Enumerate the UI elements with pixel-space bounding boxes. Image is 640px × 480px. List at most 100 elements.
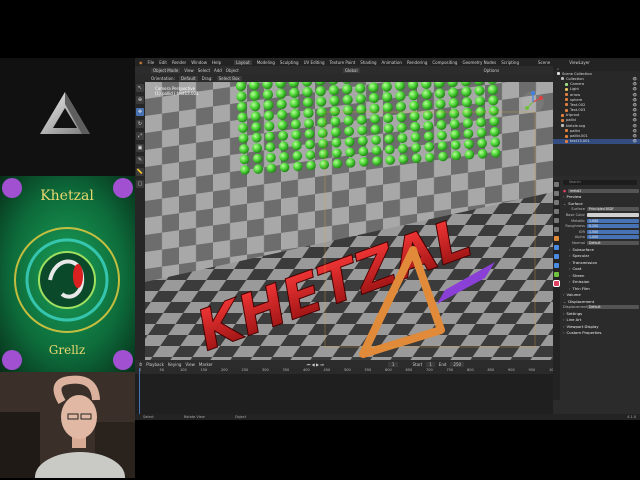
view-layer-tab-icon[interactable] (554, 209, 559, 214)
tab-shading[interactable]: Shading (360, 60, 376, 65)
visibility-eye-icon[interactable]: 👁 (632, 77, 637, 81)
data-tab-icon[interactable] (554, 272, 559, 277)
menu-help[interactable]: Help (212, 60, 221, 65)
options-dropdown[interactable]: Options (484, 68, 499, 73)
timeline-tick-label: 400 (303, 368, 310, 372)
visibility-eye-icon[interactable]: 👁 (632, 139, 637, 143)
blender-logo-icon[interactable]: ◉ (139, 60, 143, 65)
timeline-mode-icon[interactable]: ⏱ (139, 362, 142, 367)
shader-field-value[interactable]: 1.500 (587, 229, 639, 234)
green-sphere (343, 115, 354, 126)
shader-field-value[interactable]: 1.000 (587, 218, 639, 223)
shader-field-value[interactable]: 0.200 (587, 224, 639, 229)
rotate-tool-icon[interactable]: ↻ (136, 120, 144, 128)
menu-keying[interactable]: Keying (168, 362, 181, 367)
visibility-eye-icon[interactable]: 👁 (632, 103, 637, 107)
shader-field-value[interactable]: Default (587, 240, 639, 245)
visibility-eye-icon[interactable]: 👁 (632, 82, 637, 86)
green-sphere (263, 100, 274, 111)
render-tab-icon[interactable] (554, 191, 559, 196)
tab-compositing[interactable]: Compositing (432, 60, 457, 65)
timeline-tick-label: 50 (159, 368, 164, 372)
world-tab-icon[interactable] (554, 227, 559, 232)
menu-render[interactable]: Render (172, 60, 186, 65)
3d-viewport[interactable]: KHETZAL Camera Perspective (1) pallid | … (145, 82, 553, 360)
timeline-area[interactable]: 0 50 100 150 200 250 300 350 400 450 500 550 600 650 7… (135, 368, 558, 414)
menu-select[interactable]: Select (198, 68, 210, 73)
physics-tab-icon[interactable] (554, 263, 559, 268)
cursor3d-tool-icon[interactable]: ⊕ (136, 96, 144, 104)
menu-add[interactable]: Add (214, 68, 222, 73)
tab-uv-editing[interactable]: UV Editing (304, 60, 325, 65)
green-sphere (289, 98, 300, 109)
menu-playback[interactable]: Playback (146, 362, 164, 367)
object-type-icon (565, 139, 568, 143)
menu-timeline-view[interactable]: View (185, 362, 195, 367)
tool-tab-icon[interactable] (554, 182, 559, 187)
outliner-row[interactable]: text13.001 👁 (553, 138, 640, 144)
menu-view[interactable]: View (184, 68, 194, 73)
transform-tool-icon[interactable]: ▣ (136, 144, 144, 152)
green-sphere (384, 144, 395, 155)
visibility-eye-icon[interactable]: 👁 (632, 134, 637, 138)
playhead[interactable] (139, 368, 140, 414)
tab-animation[interactable]: Animation (382, 60, 402, 65)
shader-field-value[interactable] (587, 212, 639, 217)
tab-layout[interactable]: Layout (234, 59, 252, 65)
displacement-field[interactable]: Default (587, 305, 639, 310)
visibility-eye-icon[interactable]: 👁 (632, 93, 637, 97)
material-tab-icon[interactable] (553, 280, 560, 287)
navigation-gizmo-icon[interactable] (521, 90, 545, 114)
start-field[interactable]: 1 (426, 361, 435, 367)
tab-texture-paint[interactable]: Texture Paint (329, 60, 355, 65)
shader-field-value[interactable]: 1.000 (587, 235, 639, 240)
visibility-eye-icon[interactable]: 👁 (632, 118, 637, 122)
menu-file[interactable]: File (148, 60, 155, 65)
tab-modeling[interactable]: Modeling (257, 60, 275, 65)
outliner-search-icon[interactable]: ⌕ (557, 67, 559, 71)
measure-tool-icon[interactable]: 📏 (136, 168, 144, 176)
annotate-tool-icon[interactable]: ✎ (136, 156, 144, 164)
properties-search-input[interactable]: Search (563, 180, 637, 185)
green-sphere (357, 136, 368, 146)
drag-value[interactable]: Select Box (216, 75, 242, 81)
end-field[interactable]: 250 (450, 361, 465, 367)
view-layer-selector[interactable]: ViewLayer (569, 60, 590, 65)
play-controls-icon[interactable]: ⏮ ◀ ▶ ⏭ (307, 362, 324, 367)
visibility-eye-icon[interactable]: 👁 (632, 113, 637, 117)
settings-section[interactable]: › Custom Properties (561, 329, 639, 336)
scale-tool-icon[interactable]: ⤢ (136, 132, 144, 140)
tab-rendering[interactable]: Rendering (407, 60, 427, 65)
visibility-eye-icon[interactable]: 👁 (632, 108, 637, 112)
current-frame-field[interactable]: 1 (387, 361, 399, 367)
orientation-dropdown[interactable]: Global (342, 67, 360, 73)
output-tab-icon[interactable] (554, 200, 559, 205)
cursor-tool-icon[interactable]: ↖ (136, 84, 144, 92)
surface-shader-field[interactable]: Principled BSDF (587, 207, 639, 212)
mode-dropdown[interactable]: Object Mode (151, 67, 181, 73)
particles-tab-icon[interactable] (554, 254, 559, 259)
modifier-tab-icon[interactable] (554, 245, 559, 250)
green-sphere (304, 129, 315, 139)
green-sphere (316, 96, 327, 107)
scene-selector[interactable]: Scene (538, 60, 550, 65)
webcam-feed (0, 372, 135, 478)
menu-window[interactable]: Window (191, 60, 207, 65)
menu-marker[interactable]: Marker (199, 362, 213, 367)
add-cube-tool-icon[interactable]: ▢ (136, 180, 144, 188)
visibility-eye-icon[interactable]: 👁 (632, 124, 637, 128)
orientation-value[interactable]: Default (178, 75, 198, 81)
tab-sculpting[interactable]: Sculpting (280, 60, 299, 65)
visibility-eye-icon[interactable]: 👁 (632, 129, 637, 133)
move-tool-icon[interactable]: ✥ (136, 108, 144, 116)
menu-edit[interactable]: Edit (159, 60, 167, 65)
scene-tab-icon[interactable] (554, 218, 559, 223)
tab-scripting[interactable]: Scripting (501, 60, 519, 65)
object-tab-icon[interactable] (554, 236, 559, 241)
visibility-eye-icon[interactable]: 👁 (632, 98, 637, 102)
menu-object[interactable]: Object (226, 68, 239, 73)
visibility-eye-icon[interactable]: 👁 (632, 87, 637, 91)
material-slot-field[interactable]: metal2 (568, 188, 639, 193)
tab-geometry-nodes[interactable]: Geometry Nodes (462, 60, 496, 65)
timeline-ruler[interactable]: 0 50 100 150 200 250 300 350 400 450 500 550 600 650 7… (135, 368, 558, 374)
